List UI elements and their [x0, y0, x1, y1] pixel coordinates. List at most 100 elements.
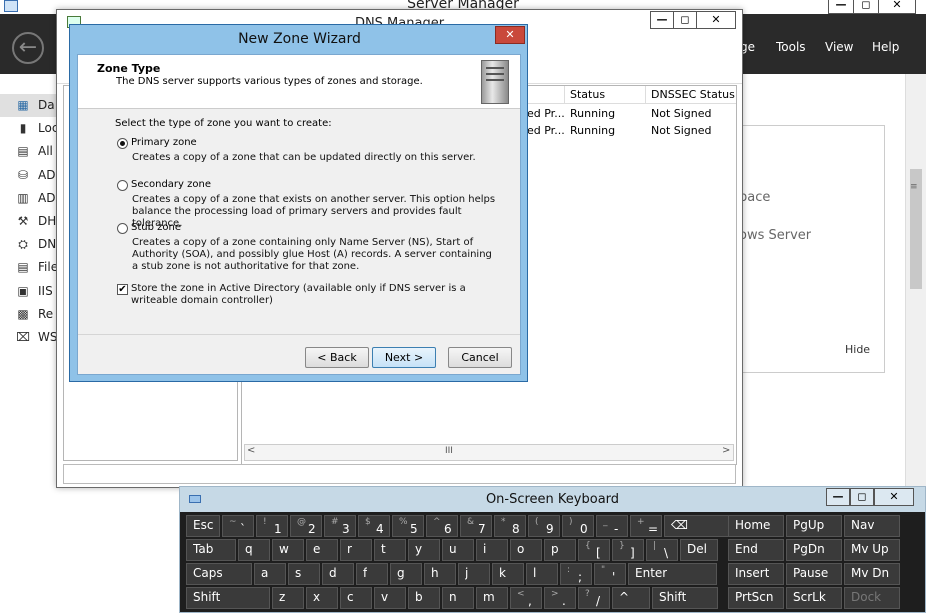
osk-key[interactable]: >. [544, 587, 576, 609]
osk-key[interactable]: #3 [324, 515, 356, 537]
osk-key[interactable]: p [544, 539, 576, 561]
osk-key[interactable]: PgDn [786, 539, 842, 561]
back-button[interactable]: < Back [305, 347, 369, 368]
osk-key[interactable]: j [458, 563, 490, 585]
osk-minimize-button[interactable]: — [826, 488, 850, 506]
osk-key[interactable]: * 8 [494, 515, 526, 537]
primary-zone-label[interactable]: Primary zone [131, 137, 197, 148]
osk-key[interactable]: ? / [578, 587, 610, 609]
osk-key[interactable]: Shift [186, 587, 270, 609]
osk-key[interactable]: + = [630, 515, 662, 537]
osk-key[interactable]: ⌫ [664, 515, 729, 537]
osk-key[interactable]: n [442, 587, 474, 609]
osk-key[interactable]: d [322, 563, 354, 585]
osk-key[interactable]: (9 [528, 515, 560, 537]
osk-key[interactable]: x [306, 587, 338, 609]
osk-key[interactable]: t [374, 539, 406, 561]
sm-minimize-button[interactable]: — [828, 0, 854, 14]
osk-key[interactable]: % 5 [392, 515, 424, 537]
osk-key[interactable]: :; [560, 563, 592, 585]
next-button[interactable]: Next > [372, 347, 436, 368]
column-divider[interactable] [645, 86, 646, 104]
column-header-status[interactable]: Status [570, 88, 605, 101]
sidebar-item[interactable]: ⚒ DH [0, 210, 60, 233]
primary-zone-radio[interactable] [117, 138, 128, 149]
sidebar-item[interactable]: ▥ AD [0, 187, 60, 210]
sidebar-item[interactable]: ▦ Da [0, 94, 60, 117]
hide-link[interactable]: Hide [845, 343, 870, 356]
sidebar-item[interactable]: ▤ File [0, 256, 60, 279]
osk-key[interactable]: y [408, 539, 440, 561]
dns-minimize-button[interactable]: — [650, 11, 674, 29]
back-arrow-icon[interactable]: ← [12, 32, 44, 64]
osk-key[interactable]: b [408, 587, 440, 609]
osk-key[interactable]: z [272, 587, 304, 609]
osk-key[interactable]: Mv Up [844, 539, 900, 561]
osk-key[interactable]: PgUp [786, 515, 842, 537]
sidebar-item[interactable]: ▤ All [0, 140, 60, 163]
osk-key[interactable]: m [476, 587, 508, 609]
sm-close-button[interactable]: ✕ [878, 0, 916, 14]
osk-key[interactable]: k [492, 563, 524, 585]
osk-key[interactable]: Tab [186, 539, 236, 561]
sidebar-item[interactable]: ▮ Loc [0, 117, 60, 140]
sidebar-item[interactable]: ⛁ AD [0, 164, 60, 187]
cancel-button[interactable]: Cancel [448, 347, 512, 368]
dns-restore-button[interactable]: ◻ [673, 11, 697, 29]
osk-key[interactable]: u [442, 539, 474, 561]
osk-key[interactable]: w [272, 539, 304, 561]
osk-key[interactable]: r [340, 539, 372, 561]
stub-zone-label[interactable]: Stub zone [131, 222, 181, 233]
osk-close-button[interactable]: ✕ [874, 488, 914, 506]
osk-key[interactable]: c [340, 587, 372, 609]
osk-key[interactable]: Pause [786, 563, 842, 585]
osk-restore-button[interactable]: ◻ [850, 488, 874, 506]
menu-view[interactable]: View [825, 40, 853, 54]
osk-key[interactable]: ~ ` [222, 515, 254, 537]
menu-tools[interactable]: Tools [776, 40, 806, 54]
osk-key[interactable]: Del [680, 539, 718, 561]
menu-help[interactable]: Help [872, 40, 899, 54]
osk-key[interactable]: q [238, 539, 270, 561]
osk-key[interactable]: " ' [594, 563, 626, 585]
osk-key[interactable]: PrtScn [728, 587, 784, 609]
osk-key[interactable]: s [288, 563, 320, 585]
sm-restore-button[interactable]: ◻ [853, 0, 879, 14]
osk-key[interactable]: }] [612, 539, 644, 561]
osk-key[interactable]: {[ [578, 539, 610, 561]
osk-key[interactable]: f [356, 563, 388, 585]
osk-key[interactable]: _ - [596, 515, 628, 537]
sidebar-item[interactable]: ▩ Re [0, 303, 60, 326]
osk-key[interactable]: ! 1 [256, 515, 288, 537]
osk-key[interactable]: Enter [628, 563, 717, 585]
osk-key[interactable]: Shift [652, 587, 718, 609]
osk-key[interactable]: v [374, 587, 406, 609]
osk-key[interactable]: | \ [646, 539, 678, 561]
osk-key[interactable]: h [424, 563, 456, 585]
column-divider[interactable] [564, 86, 565, 104]
column-header-dnssec[interactable]: DNSSEC Status [651, 88, 735, 101]
secondary-zone-radio[interactable] [117, 180, 128, 191]
osk-key[interactable]: ^ 6 [426, 515, 458, 537]
store-in-ad-label[interactable]: Store the zone in Active Directory (avai… [131, 283, 503, 307]
osk-key[interactable]: i [476, 539, 508, 561]
osk-key[interactable]: Mv Dn [844, 563, 900, 585]
osk-key[interactable]: Esc [186, 515, 220, 537]
scroll-left-icon[interactable]: < [247, 445, 255, 456]
osk-key[interactable]: $4 [358, 515, 390, 537]
sidebar-item[interactable]: ⛭ DN [0, 233, 60, 256]
osk-key[interactable]: End [728, 539, 784, 561]
osk-key[interactable]: Caps [186, 563, 252, 585]
osk-key[interactable]: o [510, 539, 542, 561]
osk-key[interactable]: Dock [844, 587, 900, 609]
osk-key[interactable]: & 7 [460, 515, 492, 537]
zone-row-name[interactable]: ed Pr... [527, 124, 565, 137]
osk-key[interactable]: ^ [612, 587, 650, 609]
osk-key[interactable]: g [390, 563, 422, 585]
sidebar-item[interactable]: ⌧ WS [0, 326, 60, 349]
dns-horizontal-scrollbar[interactable]: < III > [244, 444, 734, 461]
dns-close-button[interactable]: ✕ [696, 11, 736, 29]
sidebar-item[interactable]: ▣ IIS [0, 280, 60, 303]
osk-key[interactable]: ScrLk [786, 587, 842, 609]
osk-key[interactable]: Nav [844, 515, 900, 537]
